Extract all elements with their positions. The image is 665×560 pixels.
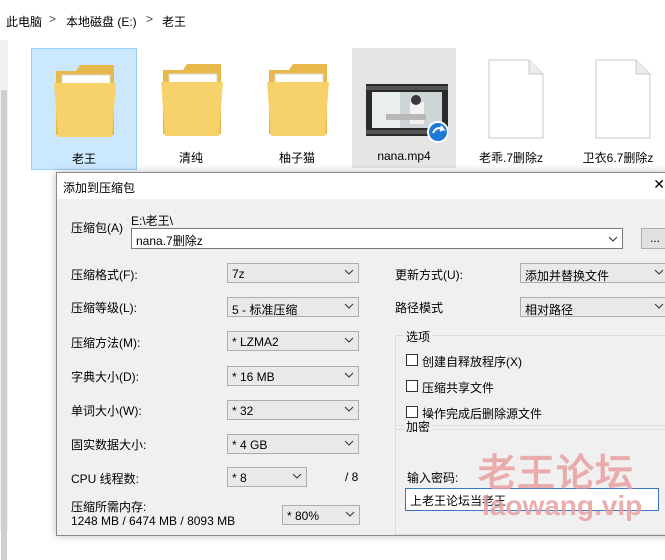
options-group: 选项 创建自释放程序(X) 压缩共享文件 操作完成后删除源文件 xyxy=(395,328,665,430)
archive-name-value: nana.7删除z xyxy=(136,234,203,248)
dict-value: * 16 MB xyxy=(232,370,275,384)
file-item-qingchun-folder[interactable]: 清纯 xyxy=(139,48,243,168)
format-label: 压缩格式(F): xyxy=(71,268,138,282)
word-label: 单词大小(W): xyxy=(71,404,142,418)
word-select[interactable]: * 32 xyxy=(227,400,359,420)
path-mode-label: 路径模式 xyxy=(395,301,444,315)
file-name: 卫衣6.7删除z xyxy=(582,151,654,165)
path-mode-select[interactable]: 相对路径 xyxy=(520,297,665,317)
options-title: 选项 xyxy=(404,328,433,345)
chevron-down-icon xyxy=(344,372,354,378)
solid-select[interactable]: * 4 GB xyxy=(227,434,359,454)
file-item-youzimao-folder[interactable]: 柚子猫 xyxy=(245,48,349,168)
update-label: 更新方式(U): xyxy=(395,268,463,282)
breadcrumb-local-disk[interactable]: 本地磁盘 (E:) xyxy=(66,13,137,30)
chevron-down-icon xyxy=(292,473,302,479)
archive-name-combo[interactable]: nana.7删除z xyxy=(131,228,623,249)
folder-icon xyxy=(267,64,329,136)
watermark-text: 老王论坛 xyxy=(478,453,635,495)
threads-value: * 8 xyxy=(232,471,247,485)
browse-button[interactable]: ... xyxy=(641,228,665,249)
memory-value: 1248 MB / 6474 MB / 8093 MB xyxy=(71,514,236,528)
method-label: 压缩方法(M): xyxy=(71,336,141,350)
document-icon xyxy=(595,59,651,139)
threads-label: CPU 线程数: xyxy=(71,472,140,486)
update-select[interactable]: 添加并替换文件 xyxy=(520,263,665,283)
archive-label: 压缩包(A) xyxy=(71,221,123,235)
memory-percent-select[interactable]: * 80% xyxy=(282,505,360,525)
solid-value: * 4 GB xyxy=(232,438,268,452)
dict-select[interactable]: * 16 MB xyxy=(227,366,359,386)
close-icon[interactable]: ✕ xyxy=(653,176,665,193)
sfx-option-label: 创建自释放程序(X) xyxy=(422,355,522,369)
update-value: 添加并替换文件 xyxy=(525,269,610,283)
archive-path: E:\老王\ xyxy=(131,214,174,228)
delete-after-checkbox[interactable] xyxy=(406,406,418,418)
chevron-down-icon xyxy=(344,269,354,275)
watermark-url: laowang.vip xyxy=(482,490,643,521)
chevron-down-icon[interactable] xyxy=(608,234,618,244)
file-name: 老乖.7删除z xyxy=(478,151,543,165)
file-item-laoguai-7z[interactable]: 老乖.7删除z xyxy=(459,48,563,168)
method-value: * LZMA2 xyxy=(232,335,279,349)
chevron-down-icon xyxy=(344,406,354,412)
video-thumbnail-icon xyxy=(366,84,448,143)
vertical-scrollbar[interactable] xyxy=(0,40,8,560)
file-item-laowang-folder[interactable]: 老王 xyxy=(31,48,137,170)
delete-after-option-label: 操作完成后删除源文件 xyxy=(422,407,543,421)
dict-label: 字典大小(D): xyxy=(71,370,139,384)
threads-total: / 8 xyxy=(345,470,359,484)
encryption-title: 加密 xyxy=(404,418,433,435)
level-select[interactable]: 5 - 标准压缩 xyxy=(227,297,359,317)
chevron-down-icon xyxy=(344,440,354,446)
file-name: 柚子猫 xyxy=(278,151,315,165)
file-item-nana-mp4[interactable]: nana.mp4 xyxy=(352,48,456,168)
memory-percent-value: * 80% xyxy=(287,509,320,523)
method-select[interactable]: * LZMA2 xyxy=(227,331,359,351)
chevron-down-icon xyxy=(344,303,354,309)
file-name: 老王 xyxy=(71,152,96,166)
file-name: nana.mp4 xyxy=(377,149,431,163)
level-value: 5 - 标准压缩 xyxy=(232,303,298,317)
format-select[interactable]: 7z xyxy=(227,263,359,283)
format-value: 7z xyxy=(232,267,245,281)
dialog-titlebar[interactable]: 添加到压缩包 ✕ xyxy=(57,173,665,199)
shared-files-checkbox[interactable] xyxy=(406,380,418,392)
scrollbar-thumb[interactable] xyxy=(1,90,7,560)
dialog-title: 添加到压缩包 xyxy=(63,181,136,195)
file-name: 清纯 xyxy=(178,151,203,165)
folder-icon xyxy=(54,65,116,137)
chevron-down-icon xyxy=(344,337,354,343)
chevron-down-icon xyxy=(654,303,664,309)
file-item-weiyi-7z[interactable]: 卫衣6.7删除z xyxy=(566,48,665,168)
level-label: 压缩等级(L): xyxy=(71,301,138,315)
breadcrumb: 此电脑 > 本地磁盘 (E:) > 老王 xyxy=(0,0,665,40)
folder-icon xyxy=(161,64,223,136)
chevron-down-icon xyxy=(345,511,355,517)
breadcrumb-this-pc[interactable]: 此电脑 xyxy=(6,13,42,30)
chevron-down-icon xyxy=(654,269,664,275)
document-icon xyxy=(488,59,544,139)
password-label: 输入密码: xyxy=(407,471,459,485)
word-value: * 32 xyxy=(232,404,254,418)
breadcrumb-laowang[interactable]: 老王 xyxy=(162,13,186,30)
sfx-checkbox[interactable] xyxy=(406,354,418,366)
shared-files-option-label: 压缩共享文件 xyxy=(422,381,495,395)
breadcrumb-separator[interactable]: > xyxy=(49,12,56,26)
memory-label: 压缩所需内存: xyxy=(71,500,147,514)
breadcrumb-separator[interactable]: > xyxy=(146,12,153,26)
solid-label: 固实数据大小: xyxy=(71,438,147,452)
threads-select[interactable]: * 8 xyxy=(227,467,307,487)
path-mode-value: 相对路径 xyxy=(525,303,574,317)
